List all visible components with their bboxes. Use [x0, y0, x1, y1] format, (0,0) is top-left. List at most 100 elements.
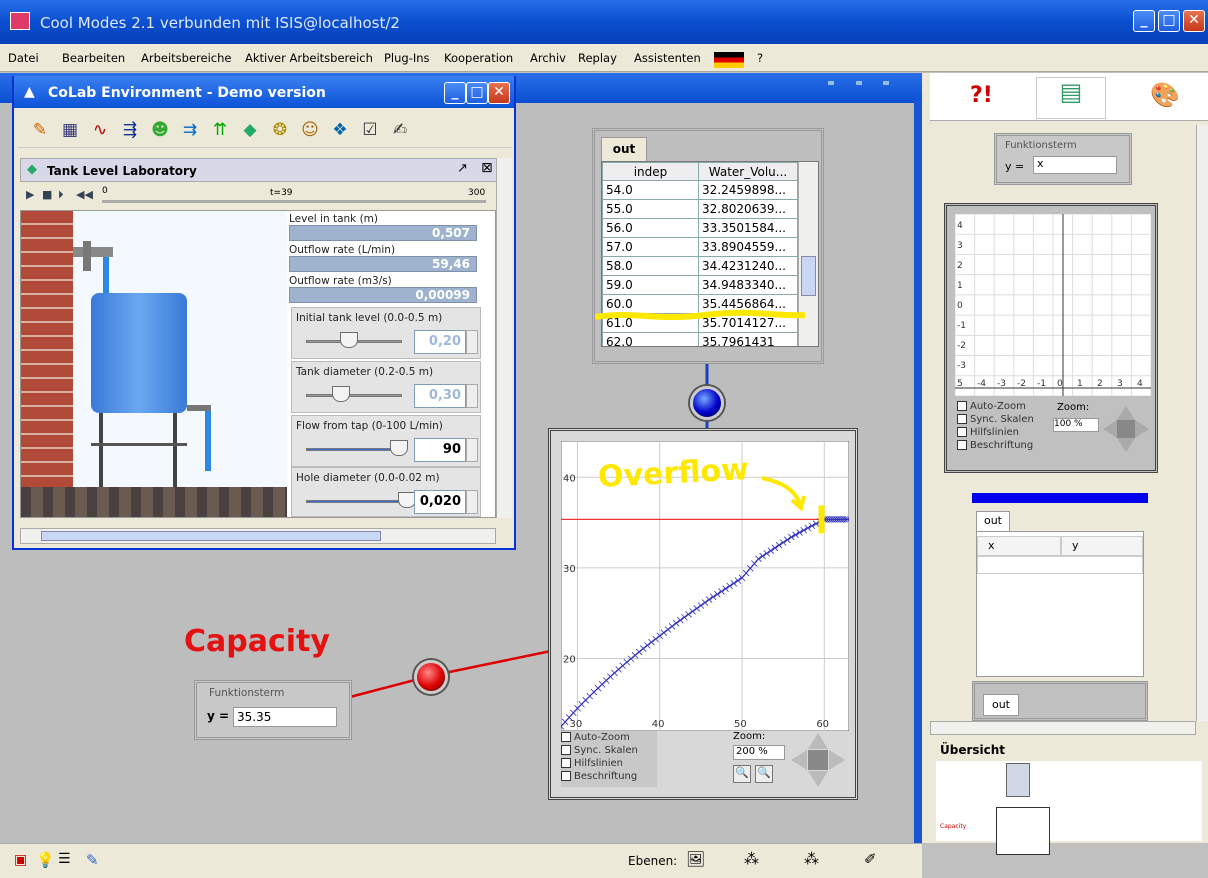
check-icon[interactable] [957, 401, 967, 411]
lab-vscrollbar[interactable] [496, 158, 512, 518]
check-icon[interactable] [561, 771, 571, 781]
flow-slider[interactable] [306, 448, 402, 451]
layer-dots2-icon[interactable]: ⁂ [804, 850, 819, 868]
mini-beschriftung-option[interactable]: Beschriftung [957, 439, 1041, 452]
slider-thumb[interactable] [340, 332, 358, 348]
cell[interactable]: 56.0 [602, 218, 699, 238]
check-icon[interactable] [957, 440, 967, 450]
stop-square-icon[interactable]: ▣ [14, 852, 27, 868]
step-icon[interactable]: ⏵ [58, 188, 64, 202]
mini-sync-option[interactable]: Sync. Skalen [957, 413, 1041, 426]
table-scroll-thumb[interactable] [801, 256, 816, 296]
auto-zoom-option[interactable]: Auto-Zoom [561, 731, 657, 744]
minimize-button[interactable]: _ [1133, 10, 1155, 32]
layer-dots-icon[interactable]: ⁂ [744, 850, 759, 868]
colab-maximize-button[interactable]: □ [466, 82, 488, 104]
layer-image-icon[interactable]: 🖼 [686, 850, 705, 868]
slider-thumb[interactable] [390, 440, 408, 456]
pen-icon[interactable]: ✎ [86, 851, 99, 869]
beschriftung-option[interactable]: Beschriftung [561, 770, 657, 783]
right-vscrollbar[interactable] [1196, 125, 1208, 721]
detach-icon[interactable]: ↗ [457, 161, 468, 176]
timeline-slider[interactable] [102, 200, 486, 203]
flow-plus-icon[interactable]: ⇈ [208, 118, 232, 142]
flow-icon[interactable]: ⇉ [178, 118, 202, 142]
hole-value[interactable]: 0,020 [414, 490, 466, 514]
connector-node-red[interactable] [414, 660, 448, 694]
cell[interactable]: 59.0 [602, 275, 699, 295]
function-input[interactable]: x [1033, 156, 1117, 174]
pencil-icon[interactable]: ✎ [28, 118, 52, 142]
play-icon[interactable]: ▶ [26, 188, 34, 201]
spinner-icon[interactable] [466, 490, 478, 514]
check-icon[interactable] [561, 732, 571, 742]
colab-minimize-button[interactable]: _ [444, 82, 466, 104]
person-icon[interactable]: ☻ [148, 118, 172, 142]
help-icon[interactable]: ?! [970, 83, 993, 108]
cell[interactable]: 57.0 [602, 237, 699, 257]
initial-level-value[interactable]: 0,20 [414, 330, 466, 354]
connector-node-blue[interactable] [690, 386, 724, 420]
flow-value[interactable]: 90 [414, 438, 466, 462]
overview-pane[interactable]: Capacity [936, 761, 1202, 855]
colab-close-button[interactable]: ✕ [488, 82, 510, 104]
col-header-water[interactable]: Water_Volu... [698, 162, 798, 181]
maximize-button[interactable]: □ [1158, 10, 1180, 32]
cell[interactable]: 62.0 [602, 332, 699, 346]
zoom-in-icon[interactable]: 🔍 [733, 765, 751, 783]
model-icon[interactable]: ⇶ [118, 118, 142, 142]
capacity-function-input[interactable]: 35.35 [233, 707, 337, 727]
check-icon[interactable] [561, 758, 571, 768]
cell[interactable]: 32.8020639... [698, 199, 798, 219]
out-tab[interactable]: out [601, 137, 647, 161]
cell[interactable]: 55.0 [602, 199, 699, 219]
diamond-icon[interactable]: ◆ [238, 118, 262, 142]
check-icon[interactable] [561, 745, 571, 755]
stop-icon[interactable]: ■ [42, 188, 52, 201]
pan-arrows-icon[interactable] [791, 733, 845, 787]
mini-autozoom-option[interactable]: Auto-Zoom [957, 400, 1041, 413]
close-button[interactable]: ✕ [1183, 10, 1205, 32]
lightbulb-icon[interactable]: 💡 [36, 851, 55, 869]
cell[interactable]: 33.8904559... [698, 237, 798, 257]
table-icon[interactable]: ▦ [58, 118, 82, 142]
notes-icon[interactable]: ✍ [388, 118, 412, 142]
edit-icon[interactable]: ☑ [358, 118, 382, 142]
hole-slider[interactable] [306, 500, 402, 503]
check-icon[interactable] [957, 414, 967, 424]
spinner-icon[interactable] [466, 384, 478, 408]
cell[interactable]: 32.2459898... [698, 180, 798, 200]
cell[interactable]: 54.0 [602, 180, 699, 200]
col-header-indep[interactable]: indep [602, 162, 699, 181]
slider-thumb[interactable] [332, 386, 350, 402]
y-header[interactable]: y [1061, 536, 1143, 556]
tank-diameter-value[interactable]: 0,30 [414, 384, 466, 408]
check-icon[interactable] [957, 427, 967, 437]
layer-edit-icon[interactable]: ✐ [864, 850, 877, 868]
hscroll-thumb[interactable] [41, 531, 381, 541]
lab-hscrollbar[interactable] [20, 528, 496, 544]
rewind-icon[interactable]: ◀◀ [76, 188, 93, 201]
cell[interactable]: 35.7961431 [698, 332, 798, 346]
x-header[interactable]: x [977, 536, 1061, 556]
graph-icon[interactable]: ∿ [88, 118, 112, 142]
cell[interactable]: 33.3501584... [698, 218, 798, 238]
people-icon[interactable]: ☺ [298, 118, 322, 142]
right-hscrollbar[interactable] [930, 721, 1196, 735]
coins-icon[interactable]: ❂ [268, 118, 292, 142]
cell[interactable]: 34.9483340... [698, 275, 798, 295]
cell[interactable]: 34.4231240... [698, 256, 798, 276]
sync-skalen-option[interactable]: Sync. Skalen [561, 744, 657, 757]
spinner-icon[interactable] [466, 330, 478, 354]
hilfslinien-option[interactable]: Hilfslinien [561, 757, 657, 770]
mini-graph-plot[interactable]: 4 3 2 1 0 -1 -2 -3 5 -4 -3 -2 -1 0 1 2 3 4 [955, 214, 1151, 396]
zoom-out-icon[interactable]: 🔍 [755, 765, 773, 783]
right-out-tab[interactable]: out [976, 511, 1010, 531]
mini-zoom-field[interactable]: 100 % [1053, 418, 1099, 432]
palette-icon[interactable]: 🎨 [1150, 81, 1180, 109]
out2-tab[interactable]: out [983, 694, 1019, 716]
tank-diameter-slider[interactable] [306, 394, 402, 397]
lab-close-icon[interactable]: ⊠ [481, 160, 493, 176]
split-divider[interactable] [922, 73, 930, 843]
book-icon[interactable]: ❖ [328, 118, 352, 142]
